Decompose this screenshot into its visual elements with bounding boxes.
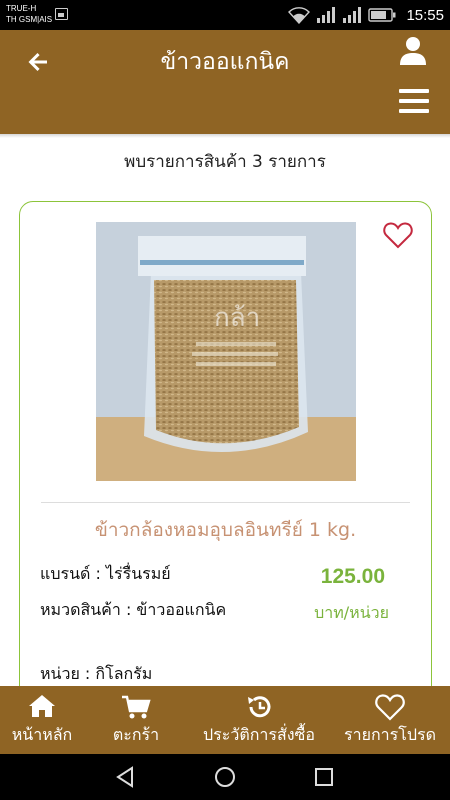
nav-history[interactable]: ประวัติการสั่งซื้อ (188, 686, 330, 754)
wifi-icon (288, 7, 311, 24)
status-bar: TRUE-H TH GSM|AIS 15:55 (0, 0, 450, 30)
image-notification-icon (55, 8, 68, 20)
heart-outline-icon (375, 694, 405, 721)
product-card[interactable]: กล้า ข้าวกล้องหอมอุบลอินทรีย์ 1 kg. แบรน… (19, 201, 432, 721)
back-triangle-icon[interactable] (114, 766, 136, 788)
rice-bag-image: กล้า (96, 222, 356, 481)
battery-icon (368, 8, 396, 22)
home-icon (29, 695, 55, 717)
carrier-info: TRUE-H TH GSM|AIS (6, 3, 52, 25)
home-circle-icon[interactable] (213, 766, 237, 788)
recent-apps-square-icon[interactable] (313, 766, 335, 788)
nav-home-label: หน้าหลัก (11, 725, 73, 744)
page-title: ข้าวออแกนิค (160, 49, 290, 75)
product-unit: หน่วย : กิโลกรัม (40, 664, 153, 683)
product-brand: แบรนด์ : ไร่รื่นรมย์ (40, 564, 171, 583)
header-shadow (0, 134, 450, 138)
product-price: 125.00 (320, 565, 385, 588)
card-divider (41, 502, 410, 503)
app-header: ข้าวออแกนิค (0, 30, 450, 134)
nav-favorites[interactable]: รายการโปรด (330, 686, 450, 754)
product-name[interactable]: ข้าวกล้องหอมอุบลอินทรีย์ 1 kg. (20, 516, 431, 544)
carrier-line-1: TRUE-H (6, 4, 37, 13)
nav-home[interactable]: หน้าหลัก (0, 686, 84, 754)
carrier-line-2: TH GSM|AIS (6, 15, 53, 24)
result-count: พบรายการสินค้า 3 รายการ (124, 152, 326, 172)
nav-favorites-label: รายการโปรด (344, 725, 436, 744)
signal-2-icon (343, 7, 362, 23)
bottom-nav: หน้าหลัก ตะกร้า ประวัติการสั่งซื้อ รายกา… (0, 686, 450, 754)
hamburger-menu-icon[interactable] (399, 88, 429, 114)
history-icon (248, 696, 271, 718)
cart-icon (122, 695, 151, 719)
system-navigation-bar (0, 754, 450, 800)
clock: 15:55 (406, 6, 444, 24)
product-category: หมวดสินค้า : ข้าวออแกนิค (40, 600, 227, 619)
signal-1-icon (317, 7, 336, 23)
product-image[interactable]: กล้า (96, 222, 356, 481)
nav-cart-label: ตะกร้า (112, 725, 160, 744)
nav-cart[interactable]: ตะกร้า (84, 686, 188, 754)
favorite-heart-icon[interactable] (383, 221, 413, 249)
nav-history-label: ประวัติการสั่งซื้อ (202, 725, 316, 744)
product-price-unit: บาท/หน่วย (314, 603, 389, 622)
user-icon[interactable] (399, 36, 427, 66)
svg-text:กล้า: กล้า (214, 303, 260, 333)
